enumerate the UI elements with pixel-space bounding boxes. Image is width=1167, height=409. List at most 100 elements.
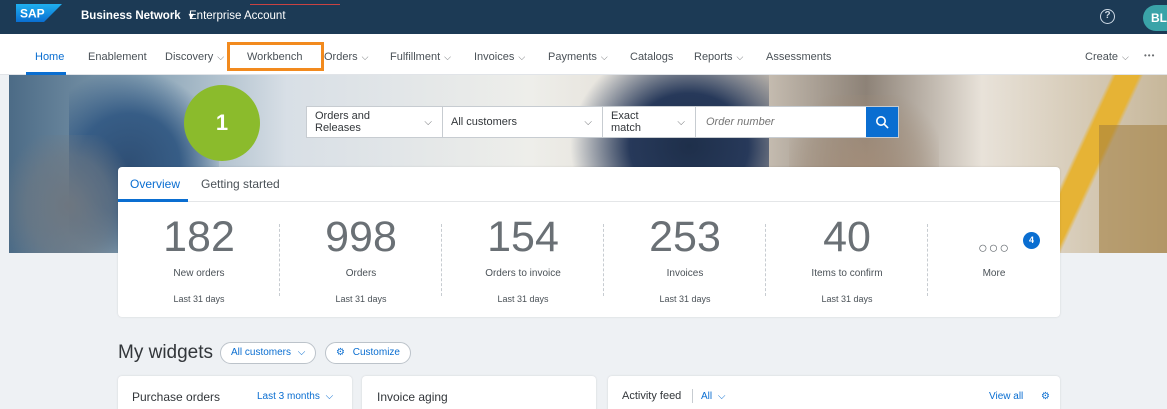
more-count-badge: 4 bbox=[1023, 232, 1040, 249]
chevron-down-icon: ⌵ bbox=[1122, 51, 1129, 62]
chevron-down-icon: ⌵ bbox=[325, 391, 334, 402]
invoice-aging-widget: Invoice aging bbox=[362, 376, 596, 409]
shell-bar: SAP Business Network ▼ Enterprise Accoun… bbox=[0, 0, 1167, 34]
kpi-period: Last 31 days bbox=[173, 294, 225, 304]
customize-widgets-button[interactable]: ⚙ Customize bbox=[325, 342, 411, 364]
chevron-down-icon: ⌵ bbox=[584, 116, 592, 128]
document-search-bar: Orders and Releases ⌵ All customers ⌵ Ex… bbox=[306, 106, 899, 138]
nav-item-label: Enablement bbox=[88, 51, 147, 63]
user-avatar[interactable]: BL bbox=[1143, 5, 1167, 31]
widgets-title: My widgets bbox=[118, 342, 214, 363]
period-filter[interactable]: Last 3 months ⌵ bbox=[257, 391, 333, 402]
nav-item-label: Discovery bbox=[165, 51, 214, 63]
filter-label: Last 3 months bbox=[257, 391, 320, 402]
kpi-period: Last 31 days bbox=[659, 294, 711, 304]
nav-item-catalogs[interactable]: Catalogs bbox=[630, 51, 673, 63]
activity-filter[interactable]: All ⌵ bbox=[701, 391, 726, 402]
chevron-down-icon: ⌵ bbox=[424, 116, 432, 128]
account-name: Enterprise Account bbox=[189, 10, 286, 22]
kpi-period: Last 31 days bbox=[497, 294, 549, 304]
chevron-down-icon: ⌵ bbox=[736, 51, 744, 62]
nav-item-payments[interactable]: Payments ⌵ bbox=[548, 51, 608, 63]
hero-decoration bbox=[1099, 125, 1167, 253]
nav-item-reports[interactable]: Reports ⌵ bbox=[694, 51, 743, 63]
kpi-tile-orders-to-invoice[interactable]: 154 Orders to invoice Last 31 days bbox=[442, 202, 604, 317]
nav-item-orders[interactable]: Orders ⌵ bbox=[324, 51, 368, 63]
chevron-down-icon: ⌵ bbox=[518, 51, 526, 62]
search-icon bbox=[876, 116, 889, 129]
hero-decoration bbox=[9, 135, 129, 253]
view-all-link[interactable]: View all bbox=[989, 391, 1023, 402]
widget-title: Activity feed bbox=[622, 390, 682, 402]
chevron-down-icon: ⌵ bbox=[217, 51, 225, 62]
kpi-value: 154 bbox=[487, 213, 559, 261]
nav-item-label: Payments bbox=[548, 51, 597, 63]
nav-item-label: Catalogs bbox=[630, 51, 674, 63]
filter-label: All customers bbox=[231, 347, 292, 358]
purchase-orders-widget: Purchase orders Last 3 months ⌵ bbox=[118, 376, 352, 409]
widgets-customer-filter[interactable]: All customers ⌵ bbox=[220, 342, 317, 364]
kpi-tile-more[interactable]: ○○○ 4 More bbox=[928, 202, 1060, 317]
divider-line bbox=[250, 4, 340, 5]
kpi-tile-items-to-confirm[interactable]: 40 Items to confirm Last 31 days bbox=[766, 202, 928, 317]
nav-item-label: Reports bbox=[694, 51, 733, 63]
kpi-tile-new-orders[interactable]: 182 New orders Last 31 days bbox=[118, 202, 280, 317]
chevron-down-icon: ⌵ bbox=[297, 347, 306, 358]
kpi-tiles: 182 New orders Last 31 days 998 Orders L… bbox=[118, 202, 1060, 317]
settings-sliders-icon[interactable]: ⚙ bbox=[1041, 391, 1050, 402]
nav-item-assessments[interactable]: Assessments bbox=[766, 51, 831, 63]
create-menu[interactable]: Create ⌵ bbox=[1085, 51, 1129, 63]
overview-card: Overview Getting started 182 New orders … bbox=[118, 167, 1060, 317]
filter-label: All bbox=[701, 391, 713, 402]
kpi-label: Orders bbox=[345, 268, 377, 279]
chevron-down-icon: ⌵ bbox=[717, 391, 726, 402]
step-callout-badge: 1 bbox=[184, 85, 260, 161]
kpi-tile-invoices[interactable]: 253 Invoices Last 31 days bbox=[604, 202, 766, 317]
nav-item-enablement[interactable]: Enablement bbox=[88, 51, 147, 63]
match-type-select[interactable]: Exact match ⌵ bbox=[603, 107, 696, 137]
product-switcher[interactable]: Business Network ▼ bbox=[81, 10, 196, 22]
customer-value: All customers bbox=[451, 116, 518, 128]
product-name: Business Network bbox=[81, 10, 181, 22]
kpi-label: Invoices bbox=[666, 268, 704, 279]
sliders-icon: ⚙ bbox=[336, 347, 345, 358]
customer-select[interactable]: All customers ⌵ bbox=[443, 107, 603, 137]
kpi-value: 182 bbox=[163, 213, 235, 261]
nav-item-label: Home bbox=[35, 51, 65, 63]
activity-feed-widget: Activity feed All ⌵ View all ⚙ bbox=[608, 376, 1060, 409]
help-icon[interactable]: ? bbox=[1100, 9, 1115, 24]
nav-item-fulfillment[interactable]: Fulfillment ⌵ bbox=[390, 51, 451, 63]
chevron-down-icon: ⌵ bbox=[361, 51, 369, 62]
document-type-select[interactable]: Orders and Releases ⌵ bbox=[307, 107, 443, 137]
document-type-value: Orders and Releases bbox=[315, 110, 371, 134]
more-dots-icon: ○○○ bbox=[978, 240, 1010, 257]
chevron-down-icon: ⌵ bbox=[444, 51, 451, 62]
chevron-down-icon: ⌵ bbox=[600, 51, 608, 62]
more-menu-icon[interactable]: ••• bbox=[1144, 51, 1155, 60]
kpi-period: Last 31 days bbox=[821, 294, 873, 304]
customize-label: Customize bbox=[352, 347, 400, 358]
sap-logo[interactable]: SAP bbox=[16, 4, 62, 22]
divider bbox=[692, 389, 693, 403]
order-number-input[interactable] bbox=[696, 107, 866, 137]
nav-item-invoices[interactable]: Invoices ⌵ bbox=[474, 51, 525, 63]
overview-tabs: Overview Getting started bbox=[118, 167, 1060, 202]
kpi-label: New orders bbox=[173, 268, 225, 279]
create-label: Create bbox=[1085, 51, 1119, 63]
nav-item-discovery[interactable]: Discovery ⌵ bbox=[165, 51, 224, 63]
tab-overview[interactable]: Overview bbox=[130, 177, 180, 191]
workbench-highlight-box bbox=[227, 42, 324, 71]
kpi-value: 998 bbox=[325, 213, 397, 261]
widget-title: Invoice aging bbox=[377, 390, 448, 404]
nav-item-label: Invoices bbox=[474, 51, 515, 63]
tab-getting-started[interactable]: Getting started bbox=[201, 177, 280, 191]
kpi-tile-orders[interactable]: 998 Orders Last 31 days bbox=[280, 202, 442, 317]
nav-item-label: Orders bbox=[324, 51, 358, 63]
kpi-value: 40 bbox=[823, 213, 871, 261]
main-navigation: Home Enablement Discovery ⌵ Workbench Or… bbox=[0, 34, 1167, 75]
chevron-down-icon: ⌵ bbox=[677, 116, 685, 128]
kpi-label: More bbox=[982, 268, 1006, 279]
kpi-period: Last 31 days bbox=[335, 294, 387, 304]
nav-item-home[interactable]: Home bbox=[35, 51, 64, 63]
search-button[interactable] bbox=[866, 107, 898, 137]
